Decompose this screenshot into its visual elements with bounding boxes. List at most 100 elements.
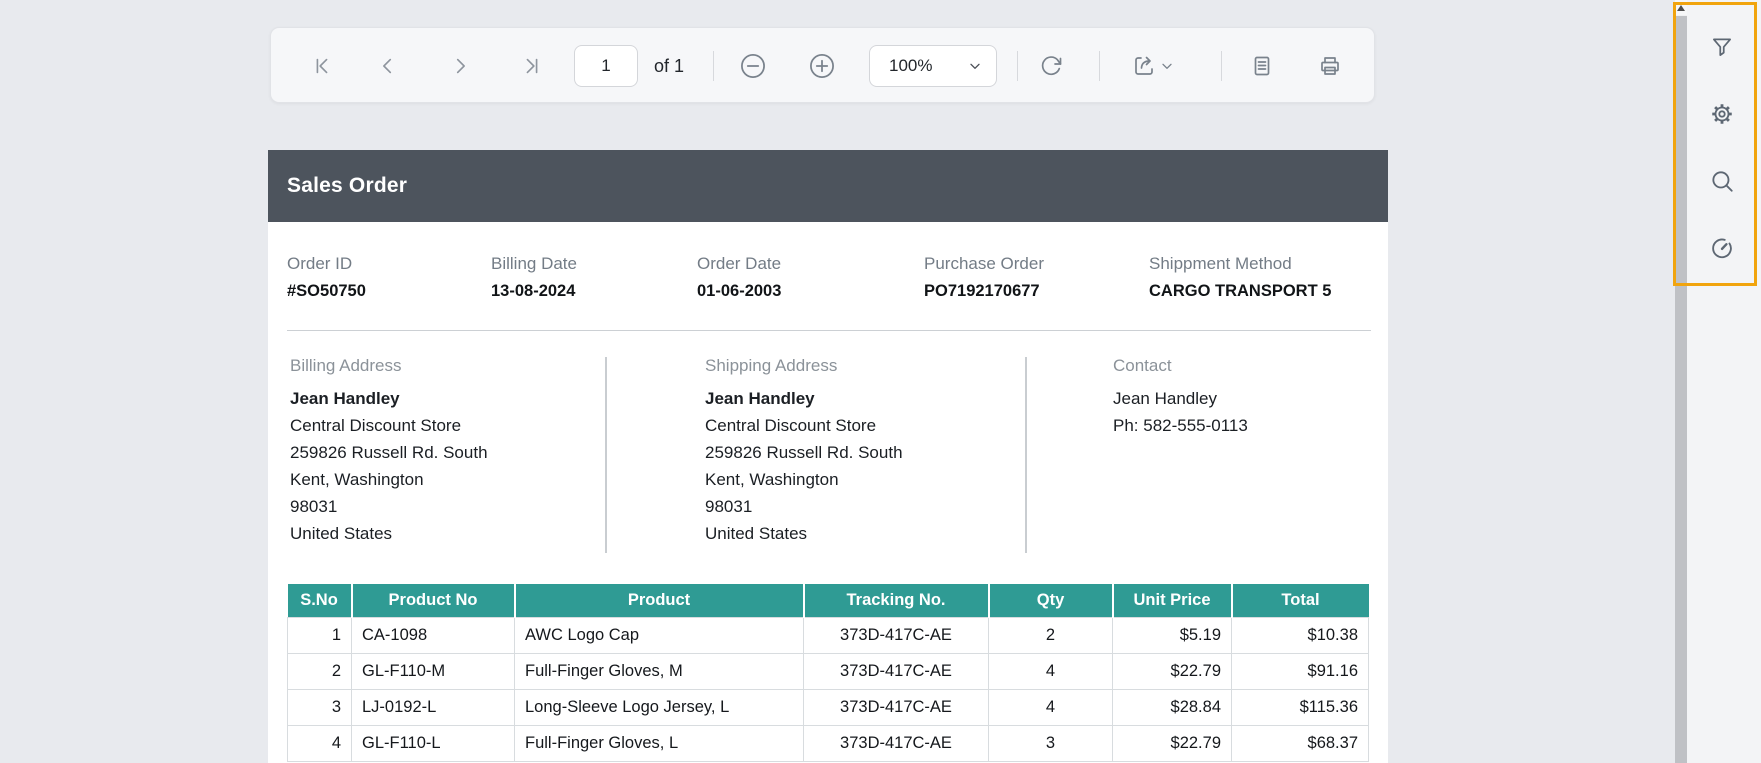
billing-address-label: Billing Address	[290, 356, 402, 375]
previous-page-button[interactable]	[370, 48, 406, 84]
shipping-address-line: United States	[705, 524, 808, 543]
toolbar-separator	[1017, 51, 1018, 81]
last-page-button[interactable]	[514, 48, 550, 84]
info-divider-rule	[287, 330, 1371, 331]
column-header-product-no: Product No	[351, 584, 516, 617]
contact-phone: Ph: 582-555-0113	[1113, 416, 1248, 435]
up-arrow-icon	[1677, 4, 1685, 11]
performance-gauge-button[interactable]	[1709, 235, 1735, 261]
shipping-address-line: 259826 Russell Rd. South	[705, 443, 903, 462]
contact-label: Contact	[1113, 356, 1172, 375]
contact-name: Jean Handley	[1113, 389, 1217, 408]
first-page-button[interactable]	[304, 48, 340, 84]
print-button[interactable]	[1312, 48, 1348, 84]
shipment-method-value: CARGO TRANSPORT 5	[1149, 282, 1332, 300]
billing-address-line: 98031	[290, 497, 338, 516]
table-row: 3 LJ-0192-L Long-Sleeve Logo Jersey, L 3…	[287, 688, 1369, 726]
export-dropdown-chevron-icon[interactable]	[1159, 58, 1175, 74]
cell-product-no: LJ-0192-L	[351, 688, 515, 726]
refresh-icon	[1039, 54, 1063, 78]
cell-qty: 3	[988, 724, 1113, 762]
billing-address-line: United States	[290, 524, 393, 543]
toolbar-separator	[1221, 51, 1222, 81]
cell-sno: 4	[287, 724, 352, 762]
viewer-toolbar: of 1 100%	[270, 27, 1375, 103]
cell-product: Full-Finger Gloves, M	[514, 652, 804, 690]
cell-product: AWC Logo Cap	[514, 616, 804, 654]
page-number-input[interactable]	[574, 45, 638, 87]
order-id-label: Order ID	[287, 254, 353, 273]
search-button[interactable]	[1709, 168, 1735, 194]
report-title-bar: Sales Order	[268, 150, 1388, 222]
cell-unit-price: $28.84	[1112, 688, 1232, 726]
table-row: 4 GL-F110-L Full-Finger Gloves, L 373D-4…	[287, 724, 1369, 762]
filter-button[interactable]	[1709, 34, 1735, 60]
next-page-icon	[449, 55, 471, 77]
cell-qty: 4	[988, 652, 1113, 690]
report-page: Sales Order Order ID Billing Date Order …	[268, 150, 1388, 763]
scrollbar-thumb[interactable]	[1675, 16, 1687, 763]
order-date-label: Order Date	[697, 254, 782, 273]
cell-tracking-no: 373D-417C-AE	[803, 616, 989, 654]
shipping-address-line: 98031	[705, 497, 753, 516]
cell-product: Long-Sleeve Logo Jersey, L	[514, 688, 804, 726]
cell-qty: 4	[988, 688, 1113, 726]
column-header-unit-price: Unit Price	[1112, 584, 1233, 617]
cell-total: $10.38	[1231, 616, 1369, 654]
billing-date-label: Billing Date	[491, 254, 577, 273]
billing-address-name: Jean Handley	[290, 389, 400, 408]
order-items-table: S.No Product No Product Tracking No. Qty…	[287, 584, 1369, 762]
cell-sno: 3	[287, 688, 352, 726]
scrollbar-up-button[interactable]	[1675, 0, 1687, 15]
column-header-qty: Qty	[988, 584, 1114, 617]
billing-address-line: Central Discount Store	[290, 416, 462, 435]
shipping-address-line: Central Discount Store	[705, 416, 877, 435]
search-icon	[1709, 168, 1735, 194]
table-row: 2 GL-F110-M Full-Finger Gloves, M 373D-4…	[287, 652, 1369, 690]
purchase-order-label: Purchase Order	[924, 254, 1044, 273]
cell-sno: 1	[287, 616, 352, 654]
export-icon	[1132, 54, 1156, 78]
order-id-value: #SO50750	[287, 282, 366, 300]
cell-qty: 2	[988, 616, 1113, 654]
cell-sno: 2	[287, 652, 352, 690]
column-header-sno: S.No	[287, 584, 353, 617]
export-button[interactable]	[1126, 48, 1162, 84]
zoom-level-dropdown[interactable]: 100%	[869, 45, 997, 87]
zoom-level-value: 100%	[889, 56, 933, 75]
toolbar-separator	[713, 51, 714, 81]
address-divider	[605, 357, 607, 553]
last-page-icon	[521, 55, 543, 77]
chevron-down-icon	[967, 58, 983, 74]
page-count-label: of 1	[654, 55, 685, 76]
gear-icon	[1709, 101, 1735, 127]
shipping-address-block: Shipping Address Jean Handley Central Di…	[705, 356, 903, 547]
address-divider	[1025, 357, 1027, 553]
document-button[interactable]	[1244, 48, 1280, 84]
cell-product-no: CA-1098	[351, 616, 515, 654]
settings-button[interactable]	[1709, 101, 1735, 127]
filter-icon	[1709, 34, 1735, 60]
zoom-out-button[interactable]	[735, 48, 771, 84]
order-date-value: 01-06-2003	[697, 282, 782, 300]
cell-total: $68.37	[1231, 724, 1369, 762]
refresh-button[interactable]	[1033, 48, 1069, 84]
next-page-button[interactable]	[442, 48, 478, 84]
gauge-icon	[1709, 235, 1735, 261]
report-title: Sales Order	[287, 174, 408, 197]
cell-tracking-no: 373D-417C-AE	[803, 688, 989, 726]
cell-tracking-no: 373D-417C-AE	[803, 724, 989, 762]
billing-date-value: 13-08-2024	[491, 282, 576, 300]
table-header-row: S.No Product No Product Tracking No. Qty…	[287, 584, 1369, 617]
zoom-in-button[interactable]	[804, 48, 840, 84]
column-header-product: Product	[514, 584, 805, 617]
purchase-order-value: PO7192170677	[924, 282, 1040, 300]
previous-page-icon	[377, 55, 399, 77]
column-header-tracking-no: Tracking No.	[803, 584, 990, 617]
billing-address-block: Billing Address Jean Handley Central Dis…	[290, 356, 488, 547]
vertical-scrollbar[interactable]	[1675, 0, 1687, 763]
first-page-icon	[311, 55, 333, 77]
shipping-address-line: Kent, Washington	[705, 470, 839, 489]
shipment-method-label: Shippment Method	[1149, 254, 1292, 273]
billing-address-line: Kent, Washington	[290, 470, 424, 489]
